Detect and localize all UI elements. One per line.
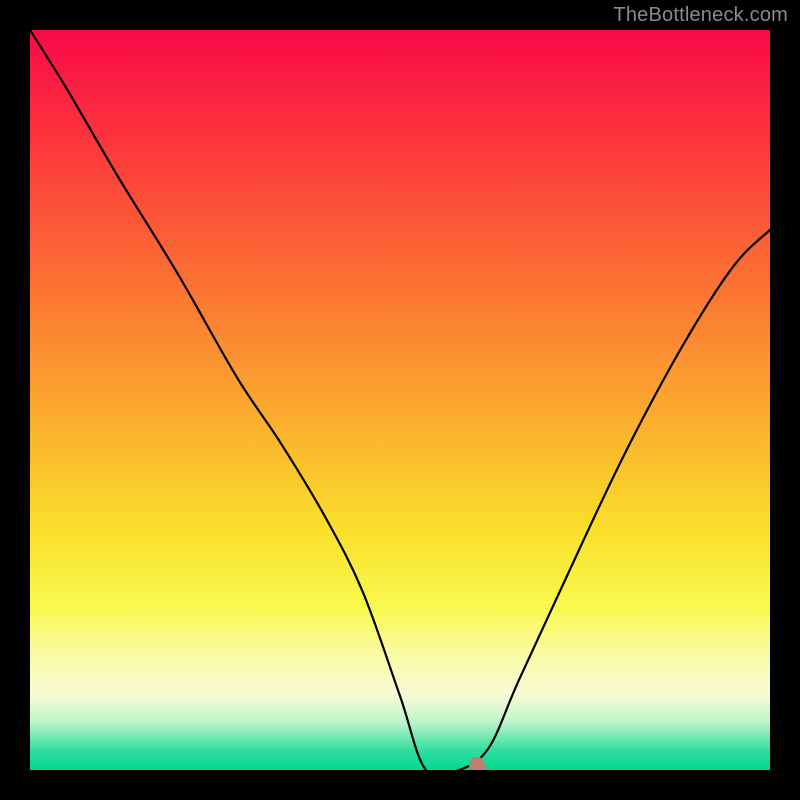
chart-overlay xyxy=(30,30,770,770)
bottleneck-curve xyxy=(30,30,770,770)
watermark-text: TheBottleneck.com xyxy=(613,4,788,27)
optimal-point-marker xyxy=(469,757,485,770)
chart-frame: TheBottleneck.com xyxy=(0,0,800,800)
plot-area xyxy=(30,30,770,770)
